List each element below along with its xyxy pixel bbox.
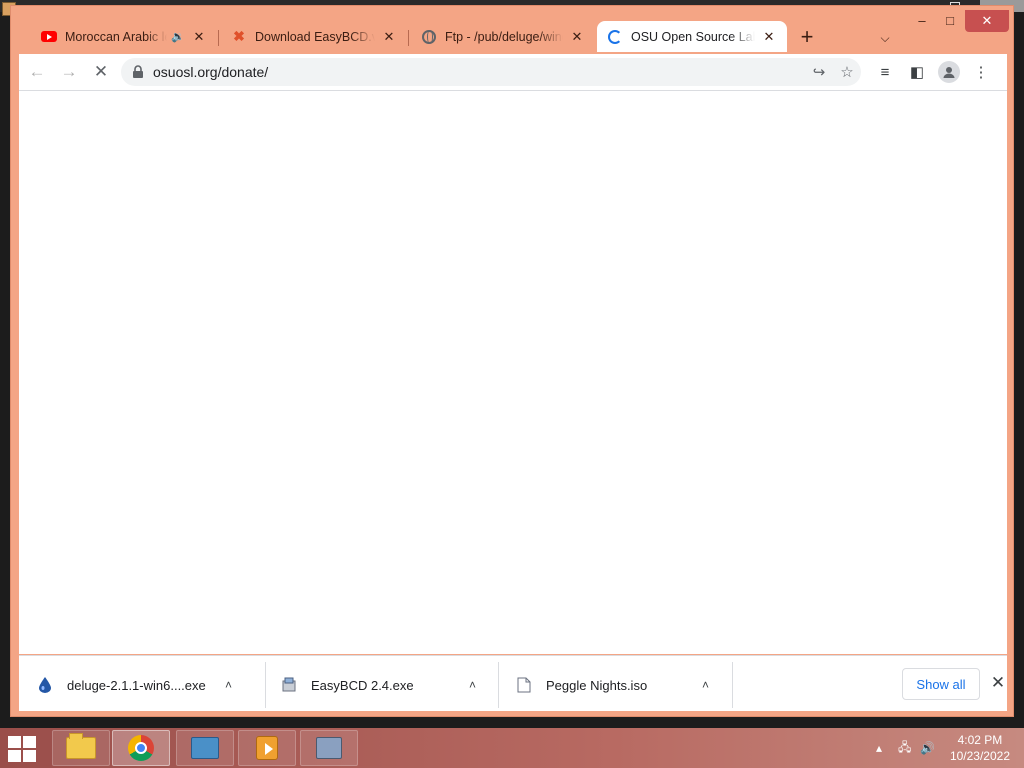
browser-toolbar: ← → ✕ osuosl.org/donate/ ↪ ☆ ≡ ◧ ⋮ (19, 54, 1007, 90)
maximize-icon[interactable]: □ (937, 10, 963, 32)
tab-strip: Moroccan Arabic le 🔉 ✕ ✖ Download EasyBC… (11, 6, 1013, 52)
tab-moroccan-arabic[interactable]: Moroccan Arabic le 🔉 ✕ (31, 21, 217, 52)
download-filename: Peggle Nights.iso (546, 677, 648, 693)
stop-loading-icon[interactable]: ✕ (87, 58, 115, 86)
download-shelf: deluge-2.1.1-win6....exe ˄ EasyBCD 2.4.e… (19, 655, 1007, 711)
tab-close-icon[interactable]: ✕ (569, 29, 585, 45)
menu-kebab-icon[interactable]: ⋮ (965, 58, 997, 86)
download-item[interactable]: Peggle Nights.iso ˄ (516, 664, 726, 706)
media-player-icon[interactable] (238, 730, 296, 766)
address-bar[interactable]: osuosl.org/donate/ ↪ ☆ (121, 58, 861, 86)
speaker-icon[interactable]: 🔉 (171, 30, 185, 43)
show-all-button[interactable]: Show all (902, 668, 980, 700)
tab-title: OSU Open Source Lab | (631, 29, 755, 44)
tab-close-icon[interactable]: ✕ (191, 29, 207, 45)
control-panel-icon[interactable] (176, 730, 234, 766)
page-content (19, 90, 1007, 654)
chevron-up-icon[interactable]: ˄ (702, 678, 709, 692)
x-icon: ✖ (233, 28, 245, 44)
network-computer-icon[interactable] (300, 730, 358, 766)
file-icon (516, 677, 532, 693)
close-shelf-icon[interactable]: ✕ (987, 672, 1009, 694)
file-explorer-icon[interactable] (52, 730, 110, 766)
globe-icon (421, 29, 437, 45)
url-text[interactable]: osuosl.org/donate/ (153, 64, 805, 80)
download-separator (265, 662, 266, 708)
browser-window: Moroccan Arabic le 🔉 ✕ ✖ Download EasyBC… (10, 5, 1014, 717)
clock-time: 4:02 PM (957, 733, 1003, 747)
chrome-taskbar-icon[interactable] (112, 730, 170, 766)
profile-button[interactable] (933, 58, 965, 86)
download-separator (732, 662, 733, 708)
windows-start-icon[interactable] (8, 736, 38, 762)
loading-spinner-icon (607, 29, 623, 45)
tab-search-chevron-icon[interactable]: ⌵ (875, 28, 895, 48)
bookmark-star-icon[interactable]: ☆ (833, 58, 861, 86)
network-tray-icon[interactable]: 🖧 (898, 728, 911, 768)
system-clock[interactable]: 4:02 PM 10/23/2022 (950, 732, 1010, 764)
deluge-icon (37, 677, 53, 693)
new-tab-button[interactable]: + (795, 26, 819, 50)
show-hidden-icons-icon[interactable]: ▴ (876, 728, 882, 768)
lock-icon[interactable] (131, 65, 145, 79)
tab-title: Moroccan Arabic le (65, 29, 168, 44)
side-panel-icon[interactable]: ◧ (901, 58, 933, 86)
installer-icon (281, 677, 297, 693)
clock-date: 10/23/2022 (949, 749, 1010, 763)
tab-ftp-deluge[interactable]: Ftp - /pub/deluge/wind ✕ (411, 21, 595, 52)
chevron-up-icon[interactable]: ˄ (469, 678, 476, 692)
tab-title: Download EasyBCD.v2. (255, 29, 375, 44)
tab-title: Ftp - /pub/deluge/wind (445, 29, 563, 44)
tab-separator (218, 30, 219, 46)
minimize-icon[interactable]: – (909, 10, 935, 32)
taskbar: ▴ 🖧 🔊 4:02 PM 10/23/2022 (0, 728, 1024, 768)
download-filename: deluge-2.1.1-win6....exe (67, 677, 206, 693)
tab-download-easybcd[interactable]: ✖ Download EasyBCD.v2. ✕ (221, 21, 407, 52)
back-arrow-icon[interactable]: ← (23, 58, 51, 86)
download-filename: EasyBCD 2.4.exe (311, 677, 414, 693)
download-item[interactable]: EasyBCD 2.4.exe ˄ (281, 664, 491, 706)
download-separator (498, 662, 499, 708)
download-item[interactable]: deluge-2.1.1-win6....exe ˄ (37, 664, 247, 706)
tab-close-icon[interactable]: ✕ (381, 29, 397, 45)
window-close-icon[interactable]: ✕ (965, 10, 1009, 32)
avatar-icon (938, 61, 960, 83)
volume-tray-icon[interactable]: 🔊 (920, 728, 935, 768)
youtube-icon (41, 29, 57, 45)
share-icon[interactable]: ↪ (805, 58, 833, 86)
reading-list-icon[interactable]: ≡ (869, 58, 901, 86)
tab-separator (408, 30, 409, 46)
tab-close-icon[interactable]: ✕ (761, 29, 777, 45)
tab-osu-open-source-lab[interactable]: OSU Open Source Lab | ✕ (597, 21, 787, 52)
forward-arrow-icon[interactable]: → (55, 58, 83, 86)
chevron-up-icon[interactable]: ˄ (225, 678, 232, 692)
